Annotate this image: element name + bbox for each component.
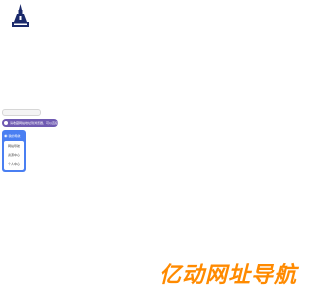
footer-brand: 亿动网址导航 [158,263,297,288]
nav-item-personal-center[interactable]: 个人中心 [4,162,24,167]
tower-logo-icon[interactable] [10,4,31,27]
nav-item-resource-center[interactable]: 资源中心 [4,153,24,158]
notice-dot-icon [4,121,8,125]
nav-panel: ◉ 我的导航 网站导航 资源中心 个人中心 [2,130,26,172]
notice-banner: 请收藏网站地址到浏览器，可以直接访问 [2,119,58,127]
search-input[interactable] [2,109,41,116]
bookmark-icon: ◉ [4,133,8,138]
notice-text: 请收藏网站地址到浏览器，可以直接访问 [10,121,58,125]
nav-item-site-nav[interactable]: 网站导航 [4,144,24,149]
page: 请收藏网站地址到浏览器，可以直接访问 ◉ 我的导航 网站导航 资源中心 个人中心… [0,0,300,300]
nav-header-label: 我的导航 [8,133,21,138]
nav-items: 网站导航 资源中心 个人中心 [4,141,24,170]
nav-header[interactable]: ◉ 我的导航 [4,132,24,139]
